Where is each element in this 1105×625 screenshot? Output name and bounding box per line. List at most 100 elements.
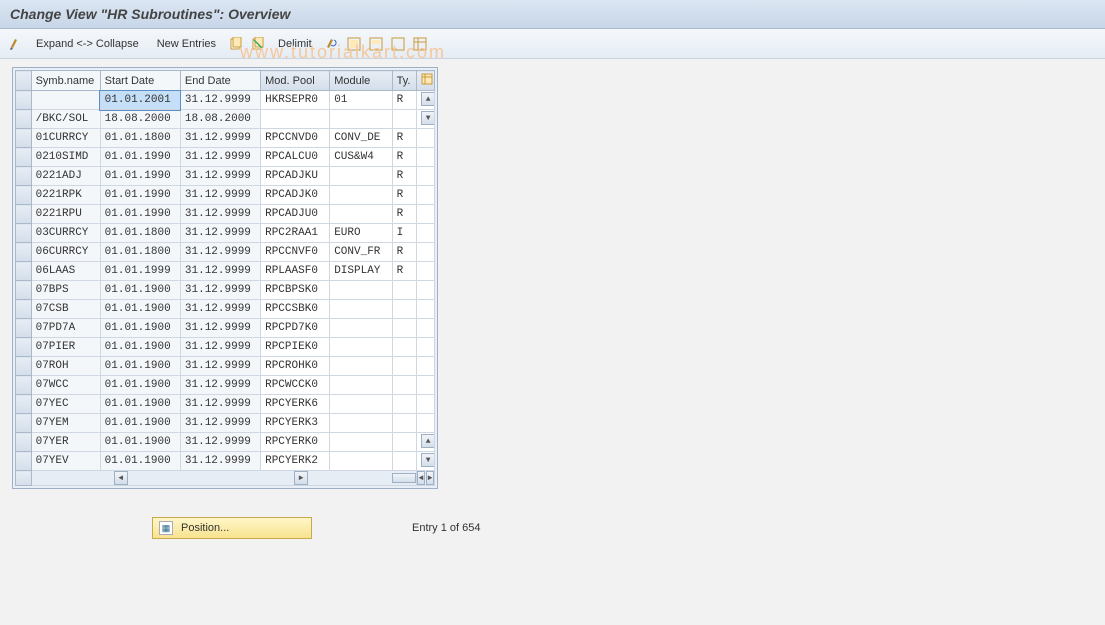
- cell-ty[interactable]: R: [392, 205, 417, 224]
- cell-pool[interactable]: RPCYERK3: [261, 414, 330, 433]
- cell-ty[interactable]: [392, 452, 417, 471]
- cell-end[interactable]: 31.12.9999: [180, 338, 260, 357]
- cell-end[interactable]: 31.12.9999: [180, 452, 260, 471]
- row-selector[interactable]: [16, 433, 32, 452]
- vscroll-cell[interactable]: [417, 395, 435, 414]
- vscroll-cell[interactable]: [417, 167, 435, 186]
- cell-symb[interactable]: 07WCC: [31, 376, 100, 395]
- cell-module[interactable]: CONV_DE: [330, 129, 392, 148]
- cell-pool[interactable]: RPCCNVD0: [261, 129, 330, 148]
- cell-module[interactable]: [330, 281, 392, 300]
- cell-symb[interactable]: 07YER: [31, 433, 100, 452]
- cell-module[interactable]: CONV_FR: [330, 243, 392, 262]
- col-pool[interactable]: Mod. Pool: [261, 71, 330, 91]
- vscroll-cell[interactable]: [417, 357, 435, 376]
- cell-module[interactable]: [330, 205, 392, 224]
- cell-start[interactable]: 01.01.1999: [100, 262, 180, 281]
- cell-pool[interactable]: RPCYERK0: [261, 433, 330, 452]
- cell-module[interactable]: [330, 452, 392, 471]
- hscroll-right-icon[interactable]: ►: [294, 471, 308, 485]
- cell-module[interactable]: DISPLAY: [330, 262, 392, 281]
- cell-ty[interactable]: R: [392, 91, 417, 110]
- vscroll-up-icon[interactable]: ▲: [421, 92, 434, 106]
- cell-ty[interactable]: [392, 338, 417, 357]
- vscroll-cell[interactable]: [417, 205, 435, 224]
- cell-symb[interactable]: 07PD7A: [31, 319, 100, 338]
- cell-ty[interactable]: R: [392, 167, 417, 186]
- vscroll-thumb-bot-icon[interactable]: ▲: [421, 434, 434, 448]
- cell-module[interactable]: [330, 338, 392, 357]
- row-selector[interactable]: [16, 281, 32, 300]
- cell-symb[interactable]: 07YEV: [31, 452, 100, 471]
- cell-pool[interactable]: RPCWCCK0: [261, 376, 330, 395]
- cell-pool[interactable]: RPCALCU0: [261, 148, 330, 167]
- select-all-icon[interactable]: [346, 36, 362, 52]
- cell-symb[interactable]: 0221ADJ: [31, 167, 100, 186]
- cell-symb[interactable]: 0221RPK: [31, 186, 100, 205]
- vscroll-cell[interactable]: ▼: [417, 110, 435, 129]
- vscroll-cell[interactable]: ▲: [417, 433, 435, 452]
- cell-start[interactable]: 01.01.1800: [100, 224, 180, 243]
- cell-pool[interactable]: RPCADJKU: [261, 167, 330, 186]
- row-selector[interactable]: [16, 224, 32, 243]
- cell-ty[interactable]: R: [392, 262, 417, 281]
- hscroll-left-icon[interactable]: ◄: [114, 471, 128, 485]
- select-block-icon[interactable]: [368, 36, 384, 52]
- cell-module[interactable]: CUS&W4: [330, 148, 392, 167]
- cell-end[interactable]: 31.12.9999: [180, 281, 260, 300]
- cell-symb[interactable]: 01CURRCY: [31, 129, 100, 148]
- vscroll-cell[interactable]: [417, 376, 435, 395]
- cell-start[interactable]: 01.01.1800: [100, 129, 180, 148]
- cell-pool[interactable]: RPCBPSK0: [261, 281, 330, 300]
- cell-start[interactable]: 01.01.1800: [100, 243, 180, 262]
- cell-ty[interactable]: [392, 357, 417, 376]
- cell-module[interactable]: [330, 300, 392, 319]
- cell-module[interactable]: EURO: [330, 224, 392, 243]
- cell-start[interactable]: 01.01.1900: [100, 281, 180, 300]
- cell-end[interactable]: 31.12.9999: [180, 129, 260, 148]
- cell-ty[interactable]: [392, 395, 417, 414]
- cell-module[interactable]: [330, 110, 392, 129]
- cell-end[interactable]: 31.12.9999: [180, 433, 260, 452]
- position-button[interactable]: ▦ Position...: [152, 517, 312, 539]
- cell-ty[interactable]: [392, 319, 417, 338]
- vscroll-cell[interactable]: [417, 224, 435, 243]
- cell-end[interactable]: 31.12.9999: [180, 414, 260, 433]
- cell-module[interactable]: [330, 186, 392, 205]
- cell-end[interactable]: 18.08.2000: [180, 110, 260, 129]
- cell-pool[interactable]: RPCPD7K0: [261, 319, 330, 338]
- hscroll-end-right-icon[interactable]: ►: [426, 471, 434, 485]
- cell-pool[interactable]: RPCYERK6: [261, 395, 330, 414]
- cell-end[interactable]: 31.12.9999: [180, 376, 260, 395]
- row-selector[interactable]: [16, 186, 32, 205]
- cell-start[interactable]: 01.01.1900: [100, 452, 180, 471]
- row-selector[interactable]: [16, 205, 32, 224]
- hscroll-thumb[interactable]: [392, 473, 416, 483]
- vscroll-cell[interactable]: [417, 243, 435, 262]
- cell-symb[interactable]: 06CURRCY: [31, 243, 100, 262]
- expand-collapse-button[interactable]: Expand <-> Collapse: [30, 36, 145, 52]
- vscroll-cell[interactable]: [417, 148, 435, 167]
- cell-ty[interactable]: [392, 414, 417, 433]
- col-ty[interactable]: Ty.: [392, 71, 417, 91]
- row-selector[interactable]: [16, 129, 32, 148]
- vscroll-cell[interactable]: ▼: [417, 452, 435, 471]
- cell-ty[interactable]: [392, 300, 417, 319]
- row-selector[interactable]: [16, 452, 32, 471]
- row-selector[interactable]: [16, 338, 32, 357]
- cell-end[interactable]: 31.12.9999: [180, 243, 260, 262]
- cell-pool[interactable]: HKRSEPR0: [261, 91, 330, 110]
- cell-start[interactable]: 01.01.1900: [100, 395, 180, 414]
- hscroll-end-left-icon[interactable]: ◄: [417, 471, 425, 485]
- cell-symb[interactable]: 06LAAS: [31, 262, 100, 281]
- cell-ty[interactable]: R: [392, 129, 417, 148]
- cell-pool[interactable]: RPCCSBK0: [261, 300, 330, 319]
- cell-ty[interactable]: R: [392, 186, 417, 205]
- cell-symb[interactable]: 03CURRCY: [31, 224, 100, 243]
- cell-symb[interactable]: 07CSB: [31, 300, 100, 319]
- cell-symb[interactable]: 07YEC: [31, 395, 100, 414]
- cell-module[interactable]: [330, 167, 392, 186]
- cell-module[interactable]: [330, 414, 392, 433]
- vscroll-cell[interactable]: [417, 319, 435, 338]
- toggle-display-icon[interactable]: [8, 36, 24, 52]
